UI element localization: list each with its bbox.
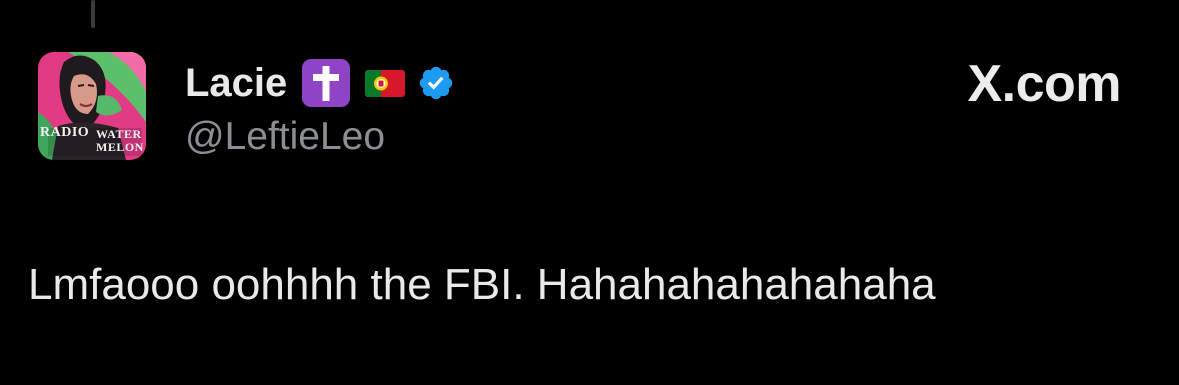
site-watermark: X.com [967,55,1121,113]
display-name[interactable]: Lacie [185,63,287,103]
avatar-caption-right-top: WATER [96,127,142,141]
verified-badge-icon[interactable] [417,64,455,102]
thread-connector-line [91,0,95,28]
author-header: Lacie [185,58,455,108]
author-handle[interactable]: @LeftieLeo [185,117,385,156]
portugal-flag-icon [365,69,406,97]
avatar-caption-left: RADIO [40,125,90,140]
tweet-text: Lmfaooo oohhhh the FBI. Hahahahahahahaha [28,260,936,309]
avatar-caption-right-bottom: MELON [96,140,144,154]
avatar[interactable]: RADIO WATER MELON [38,52,146,160]
latin-cross-emoji-icon [302,59,351,107]
